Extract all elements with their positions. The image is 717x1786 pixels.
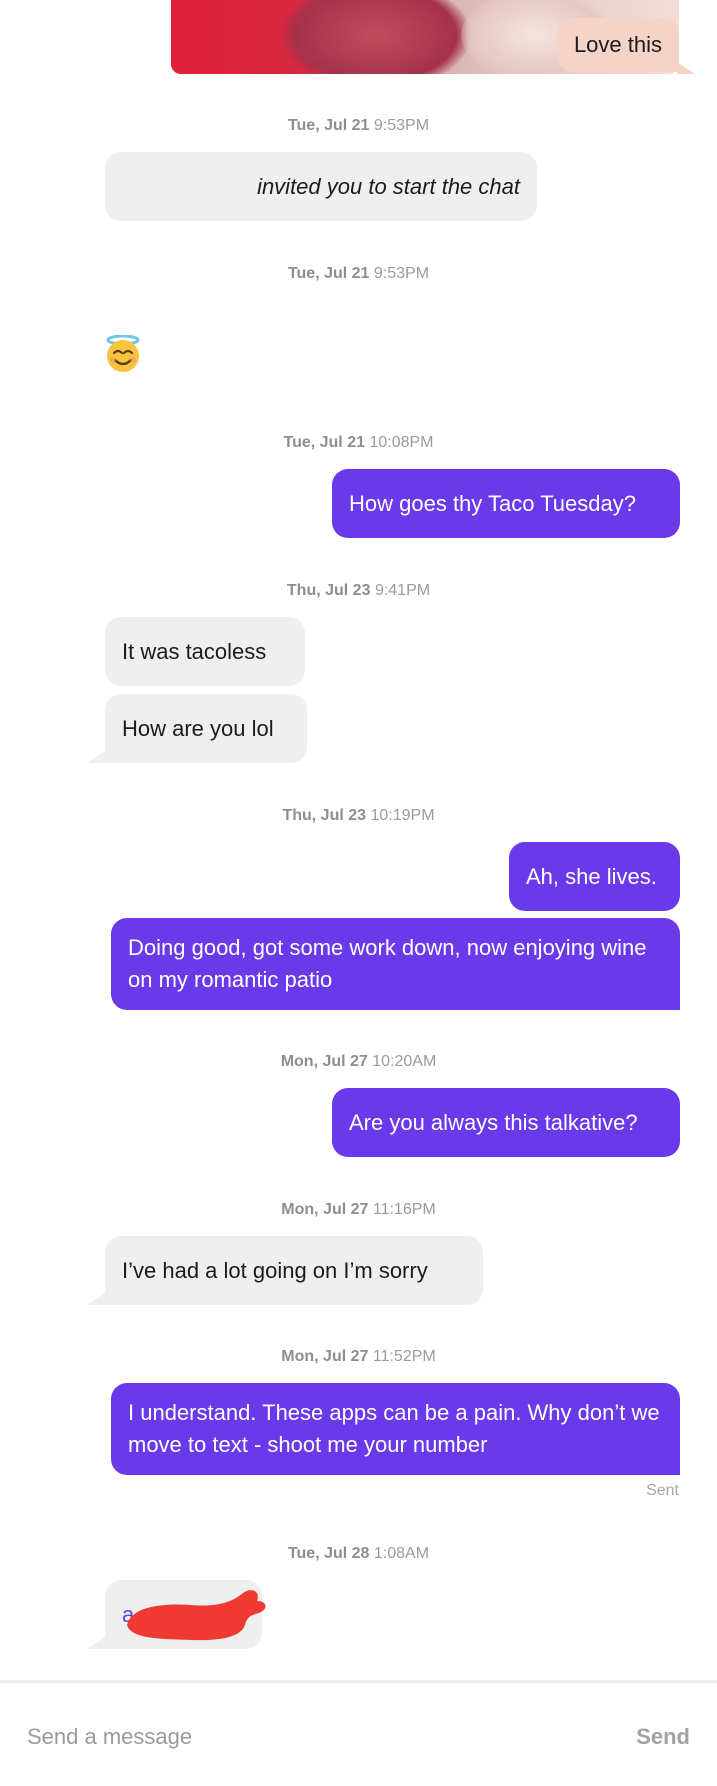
delivery-status: Sent — [646, 1482, 679, 1499]
timestamp-time: 9:53PM — [373, 117, 430, 134]
outgoing-message[interactable]: I understand. These apps can be a pain. … — [111, 1383, 680, 1475]
timestamp-day: Mon, Jul 27 — [281, 1201, 369, 1218]
message-input[interactable] — [27, 1717, 547, 1757]
timestamp-time: 10:20AM — [372, 1053, 437, 1070]
incoming-message[interactable]: I’ve had a lot going on I’m sorry — [87, 1236, 483, 1305]
send-button[interactable]: Send — [636, 1717, 690, 1757]
system-message: invited you to start the chat — [105, 152, 537, 221]
timestamp-time: 1:08AM — [373, 1545, 430, 1562]
timestamp: Tue, Jul 21 9:53PM — [0, 265, 717, 283]
timestamp-time: 9:41PM — [374, 582, 431, 599]
photo-caption: Love this — [556, 18, 679, 72]
timestamp-day: Tue, Jul 21 — [283, 434, 365, 451]
timestamp-day: Tue, Jul 21 — [287, 117, 370, 134]
timestamp: Mon, Jul 27 11:16PM — [0, 1201, 717, 1219]
timestamp: Tue, Jul 28 1:08AM — [0, 1545, 717, 1563]
timestamp-time: 10:19PM — [370, 807, 435, 824]
timestamp-day: Thu, Jul 23 — [282, 807, 367, 824]
outgoing-message[interactable]: Ah, she lives. — [509, 842, 680, 911]
timestamp-time: 11:52PM — [372, 1348, 436, 1365]
timestamp-day: Mon, Jul 27 — [280, 1053, 368, 1070]
timestamp-day: Mon, Jul 27 — [281, 1348, 369, 1365]
timestamp-day: Tue, Jul 21 — [287, 265, 370, 282]
timestamp: Tue, Jul 21 9:53PM — [0, 117, 717, 135]
timestamp-day: Tue, Jul 28 — [287, 1545, 370, 1562]
timestamp: Thu, Jul 23 9:41PM — [0, 582, 717, 600]
message-composer: Send — [0, 1680, 717, 1786]
timestamp-time: 10:08PM — [369, 434, 434, 451]
redaction-scribble — [127, 1590, 266, 1641]
message-thread[interactable]: Love this Tue, Jul 21 9:53PM invited you… — [0, 0, 717, 1680]
incoming-message[interactable]: How are you lol — [87, 694, 307, 763]
timestamp: Tue, Jul 21 10:08PM — [0, 434, 717, 452]
timestamp: Mon, Jul 27 10:20AM — [0, 1053, 717, 1071]
outgoing-message[interactable]: Doing good, got some work down, now enjo… — [111, 918, 680, 1010]
outgoing-message[interactable]: Are you always this talkative? — [332, 1088, 680, 1157]
timestamp-time: 9:53PM — [373, 265, 430, 282]
bubble-tail — [677, 62, 695, 74]
timestamp-time: 11:16PM — [372, 1201, 436, 1218]
timestamp: Mon, Jul 27 11:52PM — [0, 1348, 717, 1366]
timestamp-day: Thu, Jul 23 — [286, 582, 371, 599]
photo-message[interactable]: Love this — [171, 0, 695, 74]
outgoing-message[interactable]: How goes thy Taco Tuesday? — [332, 469, 680, 538]
incoming-message[interactable]: It was tacoless — [105, 617, 305, 686]
timestamp: Thu, Jul 23 10:19PM — [0, 807, 717, 825]
smiling-face-with-halo-icon — [106, 335, 140, 372]
